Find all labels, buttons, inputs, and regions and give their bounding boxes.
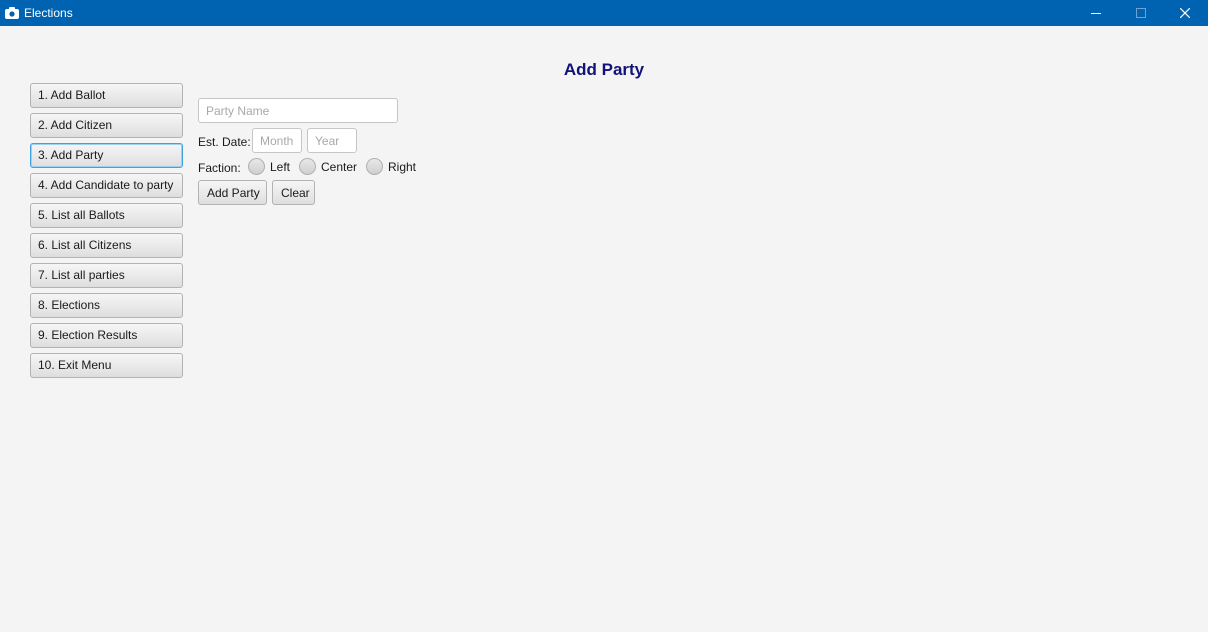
menu-exit-button[interactable]: 10. Exit Menu (30, 353, 183, 378)
maximize-button[interactable] (1118, 0, 1164, 26)
menu-add-candidate-button[interactable]: 4. Add Candidate to party (30, 173, 183, 198)
page-title: Add Party (563, 60, 645, 79)
faction-right-label[interactable]: Right (388, 160, 416, 174)
est-date-label: Est. Date: (198, 135, 251, 149)
minimize-button[interactable] (1073, 0, 1119, 26)
close-button[interactable] (1162, 0, 1208, 26)
menu-add-ballot-button[interactable]: 1. Add Ballot (30, 83, 183, 108)
menu-add-citizen-button[interactable]: 2. Add Citizen (30, 113, 183, 138)
faction-center-label[interactable]: Center (321, 160, 357, 174)
faction-right-radio[interactable] (366, 158, 383, 175)
close-icon (1180, 8, 1190, 18)
title-bar: Elections (0, 0, 1208, 26)
faction-label: Faction: (198, 161, 241, 175)
year-input[interactable]: Year (307, 128, 357, 153)
menu-add-party-button[interactable]: 3. Add Party (30, 143, 183, 168)
menu-list-parties-button[interactable]: 7. List all parties (30, 263, 183, 288)
minimize-icon (1091, 13, 1101, 14)
menu-list-ballots-button[interactable]: 5. List all Ballots (30, 203, 183, 228)
add-party-button[interactable]: Add Party (198, 180, 267, 205)
faction-left-label[interactable]: Left (270, 160, 290, 174)
app-icon (5, 7, 19, 19)
window-title: Elections (24, 6, 73, 20)
faction-center-radio[interactable] (299, 158, 316, 175)
month-input[interactable]: Month (252, 128, 302, 153)
menu-list-citizens-button[interactable]: 6. List all Citizens (30, 233, 183, 258)
maximize-icon (1136, 8, 1146, 18)
party-name-input[interactable]: Party Name (198, 98, 398, 123)
clear-button[interactable]: Clear (272, 180, 315, 205)
faction-left-radio[interactable] (248, 158, 265, 175)
menu-elections-button[interactable]: 8. Elections (30, 293, 183, 318)
menu-election-results-button[interactable]: 9. Election Results (30, 323, 183, 348)
